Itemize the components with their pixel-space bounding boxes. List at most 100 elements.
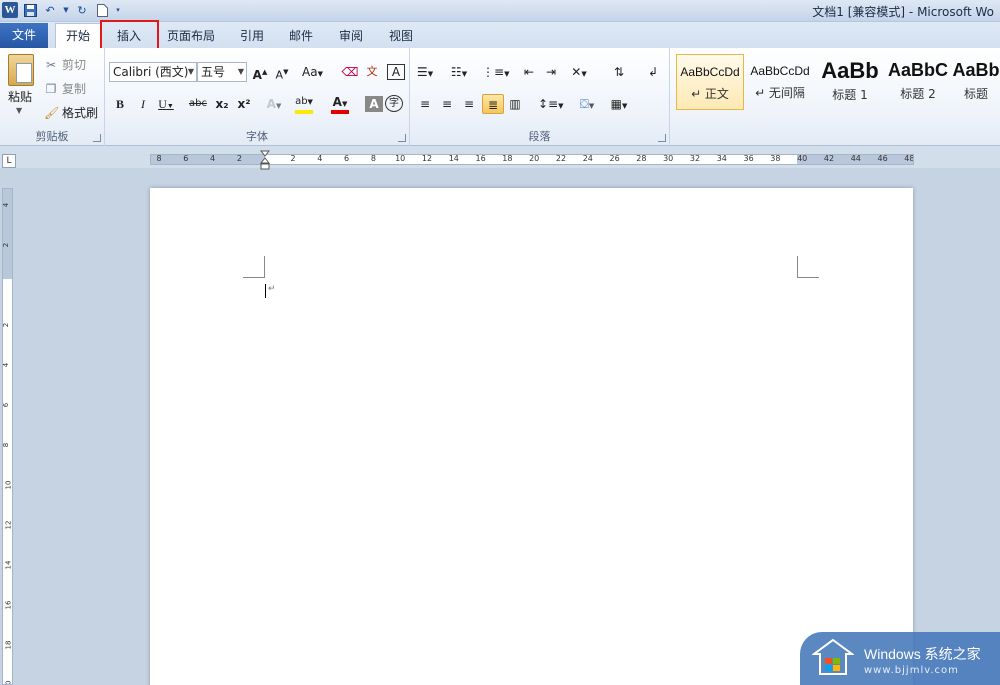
word-logo-icon[interactable]: W — [2, 2, 18, 18]
bullets-button[interactable]: ☰▼ — [416, 62, 434, 82]
ruler-tick-label: 16 — [4, 600, 13, 610]
ribbon-home: 粘贴 ▼ ✂ 剪切 ❐ 复制 🖌 格式刷 剪贴板 Calibri (西文) ▼ 五… — [0, 48, 1000, 146]
window-title: 文档1 [兼容模式] - Microsoft Wo — [812, 5, 994, 19]
subscript-button[interactable]: x₂ — [213, 94, 231, 114]
ruler-tick-label: 2 — [290, 154, 296, 163]
quick-access-toolbar: W ↶ ▼ ↻ ▾ — [2, 2, 122, 18]
ruler-tick-label: 24 — [582, 154, 593, 163]
tab-references[interactable]: 引用 — [230, 24, 274, 48]
title-bar: W ↶ ▼ ↻ ▾ 文档1 [兼容模式] - Microsoft Wo — [0, 0, 1000, 22]
ruler-tick-label: 4 — [210, 154, 216, 163]
text-cursor — [265, 284, 266, 298]
clipboard-launcher-icon[interactable] — [93, 134, 101, 142]
bold-button[interactable]: B — [111, 94, 129, 114]
undo-dropdown-icon[interactable]: ▼ — [62, 2, 70, 18]
customize-qat-icon[interactable]: ▾ — [114, 2, 122, 18]
redo-icon[interactable]: ↻ — [74, 2, 90, 18]
vertical-ruler[interactable]: 4 2 2 4 6 8 10 12 14 16 18 20 — [2, 188, 13, 685]
tab-file[interactable]: 文件 — [0, 23, 48, 48]
sort-button[interactable]: ⇅ — [610, 62, 628, 82]
multilevel-list-button[interactable]: ⋮≡▼ — [482, 62, 509, 82]
text-effects-button[interactable]: A▼ — [265, 94, 283, 114]
numbering-button[interactable]: ☷▼ — [450, 62, 468, 82]
chinese-layout-button[interactable]: ✕▼ — [570, 62, 588, 82]
char-border-button[interactable]: A — [387, 64, 405, 80]
ruler-tick-label: 36 — [743, 154, 754, 163]
clipboard-group: 粘贴 ▼ ✂ 剪切 ❐ 复制 🖌 格式刷 剪贴板 — [0, 48, 105, 146]
font-size-select[interactable]: 五号 ▼ — [197, 62, 247, 82]
ruler-tick-label: 46 — [877, 154, 888, 163]
paste-icon[interactable] — [8, 54, 34, 86]
copy-button[interactable]: ❐ 复制 — [44, 80, 86, 97]
style-sample: AaBbC — [887, 60, 948, 80]
font-group: Calibri (西文) ▼ 五号 ▼ A▲ A▼ Aa▼ ⌫ 文 A B I U▼… — [105, 48, 410, 146]
style-name: 标题 2 — [900, 87, 936, 101]
ruler-tick-label: 4 — [317, 154, 323, 163]
decrease-indent-button[interactable]: ⇤ — [520, 62, 538, 82]
superscript-button[interactable]: x² — [235, 94, 253, 114]
cut-button[interactable]: ✂ 剪切 — [44, 56, 86, 73]
save-icon[interactable] — [22, 2, 38, 18]
align-right-button[interactable]: ≡ — [460, 94, 478, 114]
show-marks-button[interactable]: ↲ — [644, 62, 662, 82]
clear-format-icon[interactable]: ⌫ — [341, 62, 359, 82]
italic-button[interactable]: I — [134, 94, 152, 114]
ruler-tick-label: 8 — [370, 154, 376, 163]
ruler-tick-label: 16 — [475, 154, 486, 163]
align-left-button[interactable]: ≡ — [416, 94, 434, 114]
borders-button[interactable]: ▦▼ — [610, 94, 628, 114]
paragraph-mark: ↵ — [268, 284, 276, 294]
tab-selector-button[interactable]: L — [2, 154, 16, 168]
shading-button[interactable]: ⛋▼ — [578, 94, 596, 114]
ruler-tick-label: 4 — [2, 362, 11, 368]
ruler-tick-label: 44 — [850, 154, 861, 163]
change-case-button[interactable]: Aa▼ — [302, 62, 323, 82]
ruler-tick-label: 38 — [770, 154, 781, 163]
indent-marker-icon[interactable] — [260, 150, 270, 170]
increase-indent-button[interactable]: ⇥ — [542, 62, 560, 82]
ruler-tick-label: 18 — [502, 154, 513, 163]
tab-page-layout[interactable]: 页面布局 — [157, 24, 225, 48]
font-color-button[interactable]: A▼ — [331, 94, 349, 114]
tab-review[interactable]: 审阅 — [329, 24, 373, 48]
style-no-spacing[interactable]: AaBbCcDd ↵ 无间隔 — [746, 54, 814, 110]
format-painter-button[interactable]: 🖌 格式刷 — [44, 104, 98, 121]
line-spacing-button[interactable]: ↕≡▼ — [538, 94, 564, 114]
paste-dropdown-icon[interactable]: ▼ — [16, 106, 22, 115]
justify-button[interactable]: ≣ — [482, 94, 504, 114]
highlight-color-button[interactable]: ab▼ — [295, 94, 313, 114]
ruler-tick-label: 30 — [663, 154, 674, 163]
grow-font-button[interactable]: A▲ — [251, 62, 269, 82]
underline-button[interactable]: U▼ — [157, 94, 175, 114]
ruler-tick-label: 34 — [716, 154, 727, 163]
tab-mailings[interactable]: 邮件 — [279, 24, 323, 48]
shrink-font-button[interactable]: A▼ — [273, 62, 291, 82]
paste-button[interactable]: 粘贴 — [8, 88, 32, 105]
pinyin-icon[interactable]: 文 — [363, 62, 381, 82]
font-name-select[interactable]: Calibri (西文) ▼ — [109, 62, 197, 82]
char-shading-button[interactable]: A — [365, 96, 383, 112]
ruler-tick-label: 22 — [555, 154, 567, 163]
tab-view[interactable]: 视图 — [379, 24, 423, 48]
house-logo-icon — [812, 638, 854, 675]
style-title[interactable]: AaBb 标题 — [952, 54, 1000, 110]
ruler-tick-label: 40 — [797, 154, 808, 163]
align-center-button[interactable]: ≡ — [438, 94, 456, 114]
font-launcher-icon[interactable] — [398, 134, 406, 142]
tab-insert[interactable]: 插入 — [107, 24, 151, 48]
ruler-tick-label: 14 — [4, 560, 13, 570]
style-normal[interactable]: AaBbCcDd ↵ 正文 — [676, 54, 744, 110]
styles-group: AaBbCcDd ↵ 正文 AaBbCcDd ↵ 无间隔 AaBb 标题 1 A… — [672, 48, 1000, 146]
style-heading-2[interactable]: AaBbC 标题 2 — [884, 54, 952, 110]
paragraph-launcher-icon[interactable] — [658, 134, 666, 142]
ruler-tick-label: 8 — [2, 442, 11, 448]
document-page[interactable]: ↵ — [150, 188, 913, 685]
tab-home[interactable]: 开始 — [55, 23, 102, 48]
enclose-char-button[interactable]: 字 — [385, 95, 403, 112]
ruler-tick-label: 8 — [156, 154, 162, 163]
new-document-icon[interactable] — [94, 2, 110, 18]
style-heading-1[interactable]: AaBb 标题 1 — [816, 54, 884, 110]
distributed-button[interactable]: ▥ — [506, 94, 524, 114]
strikethrough-button[interactable]: abc — [189, 94, 207, 114]
undo-icon[interactable]: ↶ — [42, 2, 58, 18]
